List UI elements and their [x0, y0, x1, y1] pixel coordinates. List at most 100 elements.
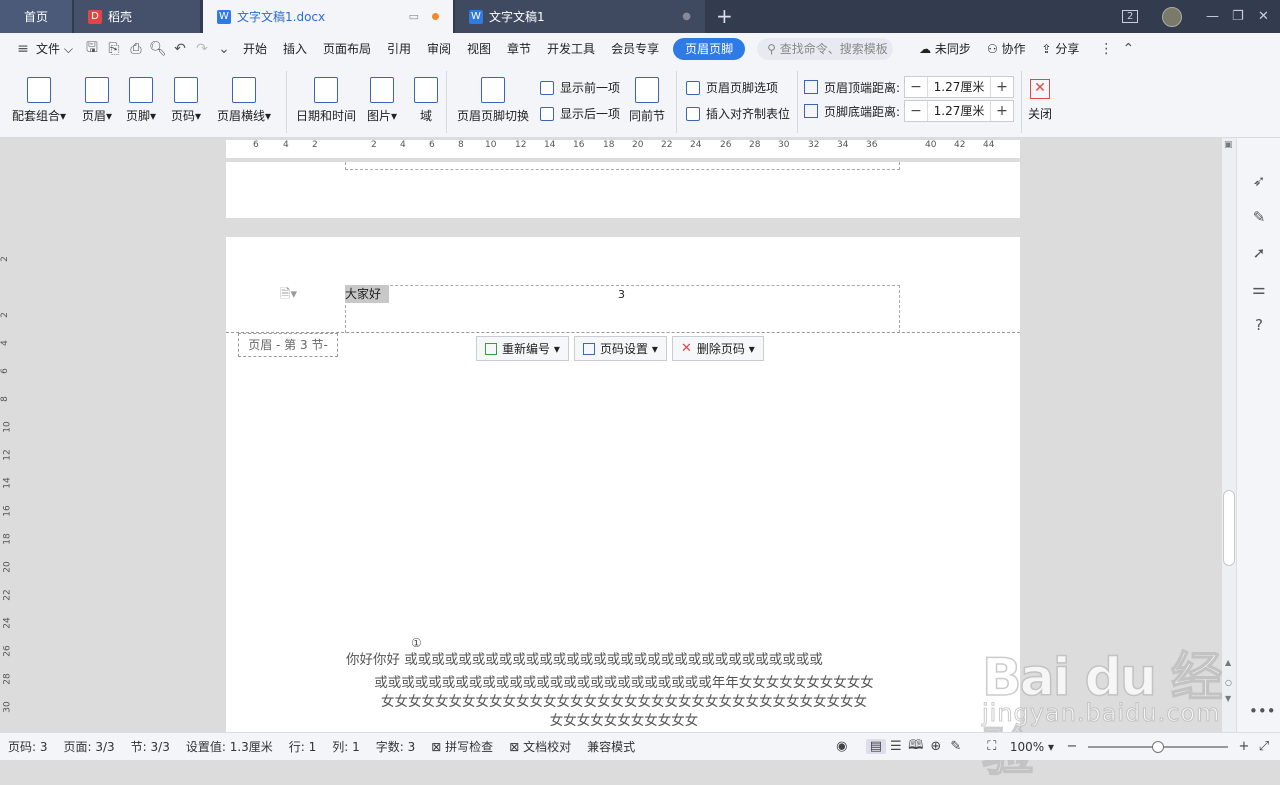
tab-document-2[interactable]: W 文字文稿1 ● [455, 0, 705, 33]
more-icon[interactable]: ⋮ [1095, 38, 1117, 60]
help-icon[interactable]: ? [1249, 316, 1269, 336]
same-as-prev-button[interactable]: 同前节 [629, 77, 665, 124]
close-header-footer-button[interactable]: ✕ 关闭 [1028, 79, 1052, 122]
eye-protection-icon[interactable]: ◉ [832, 739, 852, 754]
menu-member[interactable]: 会员专享 [603, 33, 667, 65]
header-top-value[interactable]: 1.27厘米 [927, 77, 992, 97]
menu-file[interactable]: 文件 ⌵ [34, 33, 81, 65]
tab-home[interactable]: 首页 [0, 0, 72, 33]
field-button[interactable]: 域 [414, 77, 438, 124]
status-pagenum[interactable]: 页码: 3 [0, 738, 56, 755]
zoom-out-icon[interactable]: − [1062, 739, 1082, 754]
menu-page-layout[interactable]: 页面布局 [315, 33, 379, 65]
header-page-number[interactable]: 3 [618, 288, 625, 301]
restore-icon[interactable]: ❐ [1232, 0, 1244, 33]
delete-pagenum-button[interactable]: ✕ 删除页码 ▾ [672, 336, 764, 361]
save-icon[interactable]: 🖫 [81, 38, 103, 60]
fullscreen-icon[interactable]: ⤢ [1254, 739, 1274, 754]
status-setting[interactable]: 设置值: 1.3厘米 [178, 738, 281, 755]
sliders-icon[interactable]: ⚌ [1249, 280, 1269, 300]
add-tab-icon[interactable]: + [716, 4, 733, 28]
scroll-thumb[interactable] [1223, 490, 1235, 566]
decrement-icon[interactable]: − [905, 101, 927, 121]
menu-review[interactable]: 审阅 [419, 33, 459, 65]
align-tab-button[interactable]: 插入对齐制表位 [686, 105, 790, 122]
status-col[interactable]: 列: 1 [324, 738, 368, 755]
menu-insert[interactable]: 插入 [275, 33, 315, 65]
collab-button[interactable]: ⚇ 协作 [979, 33, 1034, 65]
print-preview-icon[interactable]: 🔍︎ [147, 38, 169, 60]
body-line-1[interactable]: 你好你好 或或或或或或或或或或或或或或或或或或或或或或或或或或或或或或或 [346, 650, 902, 670]
next-page-icon[interactable]: ▼ [1225, 694, 1231, 703]
draw-icon[interactable]: ✎ [946, 739, 966, 754]
web-view-icon[interactable]: ⊕ [926, 739, 946, 754]
page-view-icon[interactable]: ▤ [865, 739, 886, 754]
menu-developer[interactable]: 开发工具 [539, 33, 603, 65]
quick-access-dropdown-icon[interactable]: ⌄ [213, 38, 235, 60]
zoom-slider-knob[interactable] [1152, 740, 1164, 753]
spellcheck-button[interactable]: ⊠ 拼写检查 [423, 738, 501, 755]
body-line-3[interactable]: 女女女女女女女女女女女女女女女女女女女女女女女女女女女女女女女女女女女女 [346, 692, 902, 712]
command-search[interactable]: ⚲ 查找命令、搜索模板 [757, 38, 894, 60]
status-section[interactable]: 节: 3/3 [123, 738, 178, 755]
horizontal-ruler[interactable]: 6 4 2 2 4 6 8 10 12 14 16 18 20 22 24 26… [0, 138, 1222, 162]
increment-icon[interactable]: + [991, 77, 1013, 97]
sync-button[interactable]: ☁ 未同步 [911, 33, 979, 65]
datetime-button[interactable]: 日期和时间 [296, 77, 356, 124]
image-button[interactable]: 图片▾ [367, 77, 397, 124]
minimize-icon[interactable]: — [1206, 0, 1219, 33]
show-prev-button[interactable]: 显示前一项 [540, 79, 620, 96]
scroll-up-icon[interactable]: ▲ [1225, 658, 1231, 667]
pen-icon[interactable]: ✎ [1249, 208, 1269, 228]
increment-icon[interactable]: + [991, 101, 1013, 121]
tab-daoke[interactable]: D 稻壳 [74, 0, 200, 33]
vertical-ruler[interactable]: 2 2 4 6 8 10 12 14 16 18 20 22 24 26 28 … [0, 162, 16, 732]
status-row[interactable]: 行: 1 [281, 738, 325, 755]
footer-button[interactable]: 页脚▾ [126, 77, 156, 124]
monitor-icon[interactable]: ▭ [409, 10, 419, 23]
header-line-button[interactable]: 页眉横线▾ [217, 77, 271, 124]
fit-page-icon[interactable]: ⛶ [982, 739, 1002, 754]
body-line-2[interactable]: 或或或或或或或或或或或或或或或或或或或或或或或或或年年女女女女女女女女女女 [346, 673, 902, 693]
print-icon[interactable]: ⎙ [125, 38, 147, 60]
tab-document-active[interactable]: W 文字文稿1.docx ▭ [203, 0, 453, 33]
reading-view-icon[interactable]: 🕮 [906, 736, 926, 758]
undo-icon[interactable]: ↶ [169, 38, 191, 60]
zoom-select[interactable]: 100% ▾ [1002, 740, 1062, 754]
header-top-stepper[interactable]: −1.27厘米 + [904, 76, 1015, 98]
decrement-icon[interactable]: − [905, 77, 927, 97]
menu-view[interactable]: 视图 [459, 33, 499, 65]
options-button[interactable]: 页眉页脚选项 [686, 79, 778, 96]
menu-chapter[interactable]: 章节 [499, 33, 539, 65]
doc-options-icon[interactable]: 🗎▾ [280, 285, 297, 307]
prev-page-icon[interactable]: ○ [1225, 678, 1232, 687]
combo-button[interactable]: 配套组合▾ [12, 77, 66, 124]
status-wordcount[interactable]: 字数: 3 [368, 738, 424, 755]
zoom-slider[interactable] [1088, 740, 1228, 753]
cursor-icon[interactable]: ➚ [1249, 244, 1269, 264]
status-page[interactable]: 页面: 3/3 [56, 738, 123, 755]
proofread-button[interactable]: ⊠ 文档校对 [501, 738, 579, 755]
body-line-4[interactable]: 女女女女女女女女女女女 [346, 711, 902, 731]
tab-dot-icon[interactable]: ● [682, 11, 691, 22]
menu-header-footer[interactable]: 页眉页脚 [673, 38, 746, 60]
outline-view-icon[interactable]: ☰ [886, 739, 906, 754]
renumber-button[interactable]: 重新编号 ▾ [476, 336, 569, 361]
close-window-icon[interactable]: ✕ [1258, 0, 1269, 33]
switch-header-footer-button[interactable]: 页眉页脚切换 [457, 77, 529, 124]
menu-start[interactable]: 开始 [235, 33, 275, 65]
pagenum-button[interactable]: 页码▾ [171, 77, 201, 124]
header-text[interactable]: 大家好 [345, 285, 390, 303]
collapse-ribbon-icon[interactable]: ⌃ [1117, 38, 1139, 60]
footer-bottom-value[interactable]: 1.27厘米 [927, 101, 992, 121]
show-next-button[interactable]: 显示后一项 [540, 105, 620, 122]
vertical-scrollbar[interactable]: ▣ ▲ ○ ▼ [1222, 138, 1236, 732]
footer-bottom-stepper[interactable]: −1.27厘米 + [904, 100, 1015, 122]
format-painter-icon[interactable]: ⎘ [103, 38, 125, 60]
page-settings-button[interactable]: 页码设置 ▾ [574, 336, 667, 361]
window-count-icon[interactable]: 2 [1122, 0, 1139, 33]
avatar[interactable] [1162, 0, 1182, 33]
header-button[interactable]: 页眉▾ [82, 77, 112, 124]
zoom-in-icon[interactable]: + [1234, 739, 1254, 754]
rocket-icon[interactable]: ➶ [1249, 172, 1269, 192]
